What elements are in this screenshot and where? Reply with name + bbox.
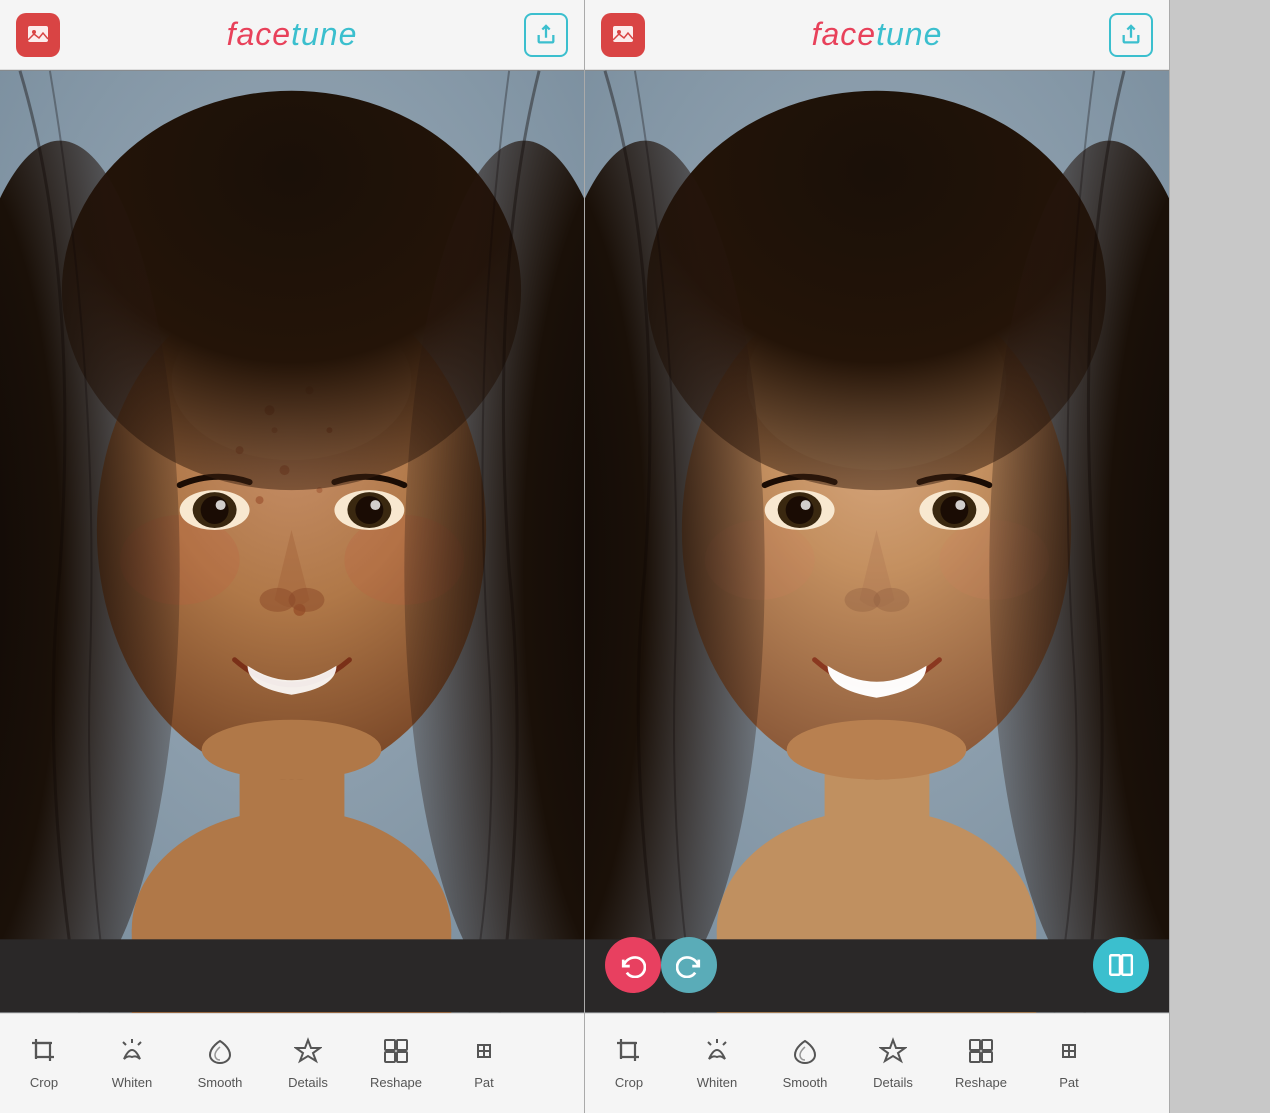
app-logo-left: facetune: [227, 16, 358, 53]
toolbar-left: Crop Whiten Smooth: [0, 1013, 584, 1113]
reshape-label-right: Reshape: [955, 1075, 1007, 1090]
before-portrait: [0, 70, 584, 1013]
logo-face-left: face: [227, 16, 291, 52]
tool-whiten-right[interactable]: Whiten: [673, 1024, 761, 1104]
smooth-label-left: Smooth: [198, 1075, 243, 1090]
tool-smooth-right[interactable]: Smooth: [761, 1024, 849, 1104]
whiten-icon-left: [118, 1037, 146, 1069]
patch-label-left: Pat: [474, 1075, 494, 1090]
tool-crop-right[interactable]: Crop: [585, 1024, 673, 1104]
crop-label-right: Crop: [615, 1075, 643, 1090]
gallery-button-left[interactable]: [16, 13, 60, 57]
gallery-button-right[interactable]: [601, 13, 645, 57]
before-panel: facetune: [0, 0, 585, 1113]
share-button-left[interactable]: [524, 13, 568, 57]
redo-icon: [676, 952, 702, 978]
share-icon-right: [1120, 24, 1142, 46]
details-icon-left: [294, 1037, 322, 1069]
whiten-label-left: Whiten: [112, 1075, 152, 1090]
details-label-left: Details: [288, 1075, 328, 1090]
toolbar-right: Crop Whiten Smooth: [585, 1013, 1169, 1113]
action-buttons: [585, 937, 1169, 993]
share-icon-left: [535, 24, 557, 46]
app-logo-right: facetune: [812, 16, 943, 53]
app-header-right: facetune: [585, 0, 1169, 70]
details-icon-right: [879, 1037, 907, 1069]
image-icon-right: [611, 23, 635, 47]
compare-button[interactable]: [1093, 937, 1149, 993]
tool-details-left[interactable]: Details: [264, 1024, 352, 1104]
reshape-icon-right: [967, 1037, 995, 1069]
image-icon: [26, 23, 50, 47]
tool-details-right[interactable]: Details: [849, 1024, 937, 1104]
crop-icon-right: [615, 1037, 643, 1069]
details-label-right: Details: [873, 1075, 913, 1090]
tool-reshape-right[interactable]: Reshape: [937, 1024, 1025, 1104]
after-panel: facetune: [585, 0, 1170, 1113]
smooth-icon-left: [206, 1037, 234, 1069]
share-button-right[interactable]: [1109, 13, 1153, 57]
reshape-icon-left: [382, 1037, 410, 1069]
tool-whiten-left[interactable]: Whiten: [88, 1024, 176, 1104]
undo-button[interactable]: [605, 937, 661, 993]
undo-icon: [620, 952, 646, 978]
app-header-left: facetune: [0, 0, 584, 70]
patch-icon-left: [470, 1037, 498, 1069]
crop-icon-left: [30, 1037, 58, 1069]
before-photo: [0, 70, 584, 1013]
logo-face-right: face: [812, 16, 876, 52]
crop-label-left: Crop: [30, 1075, 58, 1090]
compare-icon: [1108, 952, 1134, 978]
after-portrait: [585, 70, 1169, 1013]
after-photo: [585, 70, 1169, 1013]
smooth-icon-right: [791, 1037, 819, 1069]
patch-icon-right: [1055, 1037, 1083, 1069]
tool-smooth-left[interactable]: Smooth: [176, 1024, 264, 1104]
whiten-icon-right: [703, 1037, 731, 1069]
tool-patch-right[interactable]: Pat: [1025, 1024, 1113, 1104]
logo-tune-right: tune: [876, 16, 942, 52]
whiten-label-right: Whiten: [697, 1075, 737, 1090]
tool-reshape-left[interactable]: Reshape: [352, 1024, 440, 1104]
tool-patch-left[interactable]: Pat: [440, 1024, 528, 1104]
tool-crop-left[interactable]: Crop: [0, 1024, 88, 1104]
patch-label-right: Pat: [1059, 1075, 1079, 1090]
smooth-label-right: Smooth: [783, 1075, 828, 1090]
reshape-label-left: Reshape: [370, 1075, 422, 1090]
logo-tune-left: tune: [291, 16, 357, 52]
redo-button[interactable]: [661, 937, 717, 993]
